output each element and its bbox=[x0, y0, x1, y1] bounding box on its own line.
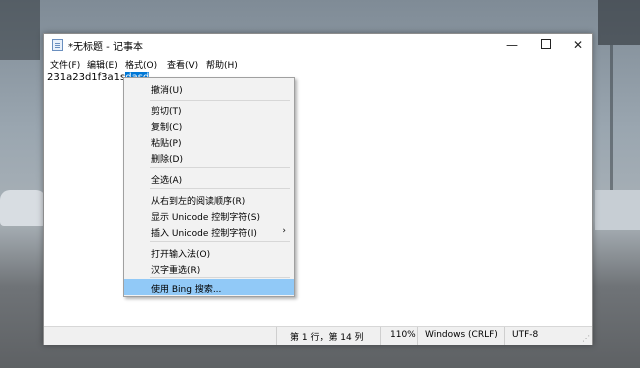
menu-separator bbox=[150, 241, 290, 242]
close-icon: ✕ bbox=[572, 38, 584, 52]
editor-text: 231a23d1f3a1s bbox=[47, 72, 126, 83]
minimize-button[interactable]: — bbox=[496, 34, 528, 56]
menu-item-paste[interactable]: 粘贴(P) bbox=[124, 133, 294, 149]
menu-bar: 文件(F) 编辑(E) 格式(O) 查看(V) 帮助(H) bbox=[44, 56, 592, 72]
status-separator bbox=[417, 327, 418, 345]
window-title: *无标题 - 记事本 bbox=[68, 42, 143, 53]
menu-help[interactable]: 帮助(H) bbox=[206, 58, 238, 71]
background-window-frame bbox=[610, 45, 613, 195]
notepad-icon bbox=[52, 39, 63, 51]
menu-item-reconversion[interactable]: 汉字重选(R) bbox=[124, 260, 294, 276]
menu-item-delete[interactable]: 删除(D) bbox=[124, 149, 294, 165]
menu-file[interactable]: 文件(F) bbox=[50, 58, 80, 71]
title-bar[interactable]: *无标题 - 记事本 — ✕ bbox=[44, 34, 592, 56]
menu-view[interactable]: 查看(V) bbox=[167, 58, 198, 71]
submenu-arrow-icon: › bbox=[282, 226, 286, 236]
minimize-icon: — bbox=[506, 38, 518, 52]
menu-item-copy[interactable]: 复制(C) bbox=[124, 117, 294, 133]
line-ending: Windows (CRLF) bbox=[425, 330, 498, 340]
cursor-position: 第 1 行，第 14 列 bbox=[290, 333, 364, 343]
menu-item-show-unicode[interactable]: 显示 Unicode 控制字符(S) bbox=[124, 207, 294, 223]
maximize-button[interactable] bbox=[530, 34, 562, 56]
background-airplane bbox=[0, 190, 46, 226]
menu-separator bbox=[150, 188, 290, 189]
resize-grip-icon[interactable]: ⋰ bbox=[582, 334, 590, 343]
maximize-icon bbox=[541, 39, 551, 49]
menu-format[interactable]: 格式(O) bbox=[125, 58, 157, 71]
menu-item-bing-search[interactable]: 使用 Bing 搜索... bbox=[124, 279, 294, 295]
close-button[interactable]: ✕ bbox=[562, 34, 594, 56]
context-menu: 撤消(U) 剪切(T) 复制(C) 粘贴(P) 删除(D) 全选(A) 从右到左… bbox=[123, 77, 295, 297]
background-pillar-right bbox=[598, 0, 640, 45]
zoom-level: 110% bbox=[390, 330, 416, 340]
status-bar: 第 1 行，第 14 列 110% Windows (CRLF) UTF-8 ⋰ bbox=[44, 326, 592, 345]
menu-item-select-all[interactable]: 全选(A) bbox=[124, 170, 294, 186]
status-separator bbox=[504, 327, 505, 345]
status-separator bbox=[276, 327, 277, 345]
encoding: UTF-8 bbox=[512, 330, 539, 340]
menu-separator bbox=[150, 277, 290, 278]
menu-item-cut[interactable]: 剪切(T) bbox=[124, 101, 294, 117]
status-separator bbox=[380, 327, 381, 345]
menu-edit[interactable]: 编辑(E) bbox=[87, 58, 118, 71]
menu-item-rtl-reading[interactable]: 从右到左的阅读顺序(R) bbox=[124, 191, 294, 207]
background-pillar-left bbox=[0, 0, 40, 60]
menu-item-insert-unicode[interactable]: 插入 Unicode 控制字符(I) › bbox=[124, 223, 294, 239]
background-building bbox=[595, 190, 640, 230]
menu-separator bbox=[150, 167, 290, 168]
menu-item-open-ime[interactable]: 打开输入法(O) bbox=[124, 244, 294, 260]
menu-item-undo[interactable]: 撤消(U) bbox=[124, 80, 294, 96]
